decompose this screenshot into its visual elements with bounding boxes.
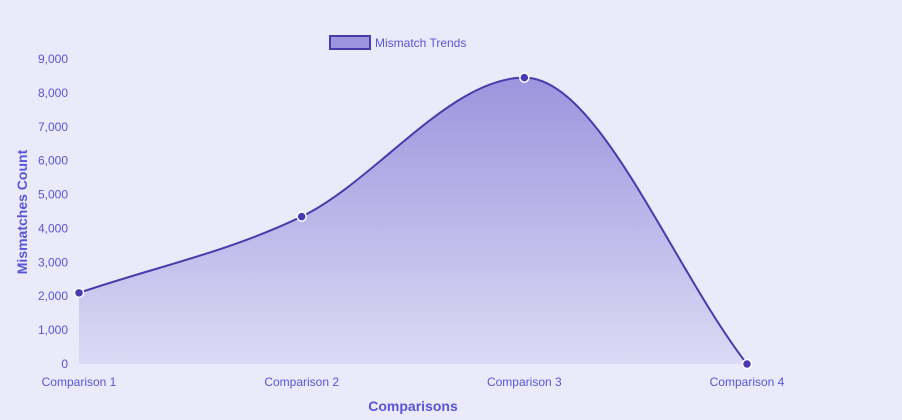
y-tick-label: 6,000	[38, 154, 68, 168]
x-tick-label: Comparison 3	[487, 375, 562, 389]
data-point[interactable]	[73, 287, 85, 299]
y-tick-label: 0	[61, 357, 68, 371]
y-tick-label: 2,000	[38, 289, 68, 303]
data-point[interactable]	[519, 72, 530, 83]
data-point[interactable]	[296, 211, 307, 222]
y-axis-ticks: 0 1,000 2,000 3,000 4,000 5,000 6,000 7,000 8,00…	[38, 52, 68, 371]
area-chart: Mismatch Trends 0 1,000 2,000 3,000 4,000 5,0…	[14, 35, 785, 414]
x-tick-label: Comparison 2	[264, 375, 339, 389]
y-tick-label: 1,000	[38, 323, 68, 337]
area-fill	[79, 77, 747, 364]
series-mismatch-trends	[78, 76, 748, 365]
y-tick-label: 9,000	[38, 52, 68, 66]
y-tick-label: 4,000	[38, 221, 68, 235]
y-tick-label: 7,000	[38, 120, 68, 134]
x-tick-label: Comparison 4	[710, 375, 785, 389]
y-tick-label: 5,000	[38, 188, 68, 202]
x-tick-label: Comparison 1	[42, 375, 117, 389]
x-axis-title: Comparisons	[368, 398, 458, 414]
y-axis-title: Mismatches Count	[14, 149, 30, 274]
y-tick-label: 8,000	[38, 86, 68, 100]
legend-label: Mismatch Trends	[375, 36, 466, 50]
x-axis-ticks: Comparison 1 Comparison 2 Comparison 3 Comp…	[42, 375, 785, 389]
legend-swatch[interactable]	[329, 35, 371, 50]
legend[interactable]: Mismatch Trends	[329, 35, 466, 50]
data-point[interactable]	[741, 358, 753, 370]
y-tick-label: 3,000	[38, 255, 68, 269]
